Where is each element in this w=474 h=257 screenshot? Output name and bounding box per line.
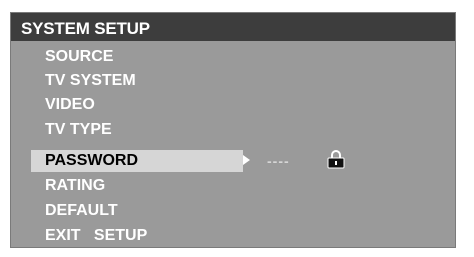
menu-item-tv-type[interactable]: TV TYPE: [31, 119, 243, 141]
lock-icon: [327, 150, 345, 169]
title-bar: SYSTEM SETUP: [11, 13, 455, 41]
menu-item-video[interactable]: VIDEO: [31, 94, 243, 116]
menu-item-tv-system[interactable]: TV SYSTEM: [31, 70, 243, 92]
arrow-right-icon: [243, 155, 250, 165]
menu-item-source[interactable]: SOURCE: [31, 46, 243, 68]
menu-item-password[interactable]: PASSWORD: [31, 150, 243, 172]
password-value[interactable]: ----: [267, 153, 290, 169]
menu-title: SYSTEM SETUP: [21, 19, 150, 38]
menu-item-default[interactable]: DEFAULT: [31, 200, 243, 222]
menu-item-exit-setup[interactable]: EXIT SETUP: [31, 225, 243, 247]
system-setup-menu: SYSTEM SETUP SOURCE TV SYSTEM VIDEO TV T…: [10, 12, 456, 248]
menu-item-rating[interactable]: RATING: [31, 175, 243, 197]
